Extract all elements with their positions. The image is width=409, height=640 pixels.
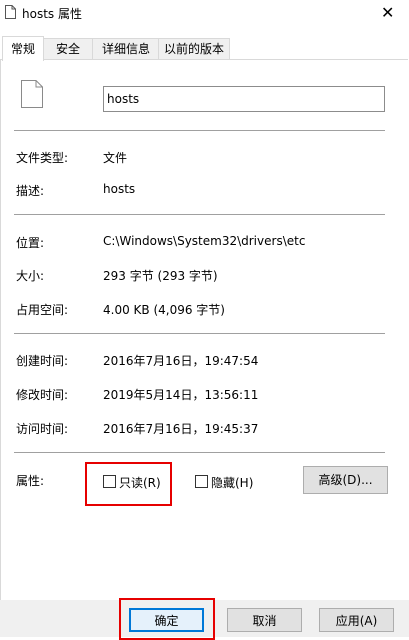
created-value: 2016年7月16日，19:47:54 <box>103 354 259 368</box>
file-type-label: 文件类型: <box>16 151 69 165</box>
readonly-label[interactable]: 只读(R) <box>119 474 161 491</box>
file-type-value: 文件 <box>103 151 128 165</box>
ok-button[interactable]: 确定 <box>129 608 204 632</box>
separator <box>14 333 385 334</box>
separator <box>14 130 385 131</box>
cancel-button[interactable]: 取消 <box>227 608 302 632</box>
close-icon[interactable]: ✕ <box>381 3 394 22</box>
attributes-label: 属性: <box>16 474 45 488</box>
readonly-checkbox[interactable] <box>103 475 116 488</box>
document-icon <box>5 5 16 19</box>
tab-details[interactable]: 详细信息 <box>92 38 160 60</box>
tab-security[interactable]: 安全 <box>42 38 94 60</box>
file-icon <box>21 80 43 108</box>
apply-button[interactable]: 应用(A) <box>319 608 394 632</box>
tab-previous-versions[interactable]: 以前的版本 <box>158 38 230 60</box>
tab-general[interactable]: 常规 <box>2 36 44 61</box>
created-label: 创建时间: <box>16 354 69 368</box>
general-panel <box>0 59 408 602</box>
modified-value: 2019年5月14日，13:56:11 <box>103 388 259 402</box>
separator <box>14 214 385 215</box>
tab-strip: 常规 安全 详细信息 以前的版本 <box>0 36 409 61</box>
accessed-label: 访问时间: <box>16 422 69 436</box>
modified-label: 修改时间: <box>16 388 69 402</box>
size-value: 293 字节 (293 字节) <box>103 269 218 283</box>
size-label: 大小: <box>16 269 45 283</box>
window-title: hosts 属性 <box>22 7 82 21</box>
location-label: 位置: <box>16 236 45 250</box>
hidden-checkbox[interactable] <box>195 475 208 488</box>
description-label: 描述: <box>16 184 45 198</box>
advanced-button[interactable]: 高级(D)... <box>303 466 388 494</box>
hidden-label[interactable]: 隐藏(H) <box>211 474 253 491</box>
location-value: C:\Windows\System32\drivers\etc <box>103 234 306 248</box>
description-value: hosts <box>103 182 136 196</box>
file-name-input[interactable] <box>103 86 385 112</box>
size-on-disk-label: 占用空间: <box>16 303 69 317</box>
size-on-disk-value: 4.00 KB (4,096 字节) <box>103 303 225 317</box>
title-bar: hosts 属性 ✕ <box>0 0 409 28</box>
accessed-value: 2016年7月16日，19:45:37 <box>103 422 259 436</box>
separator <box>14 452 385 453</box>
